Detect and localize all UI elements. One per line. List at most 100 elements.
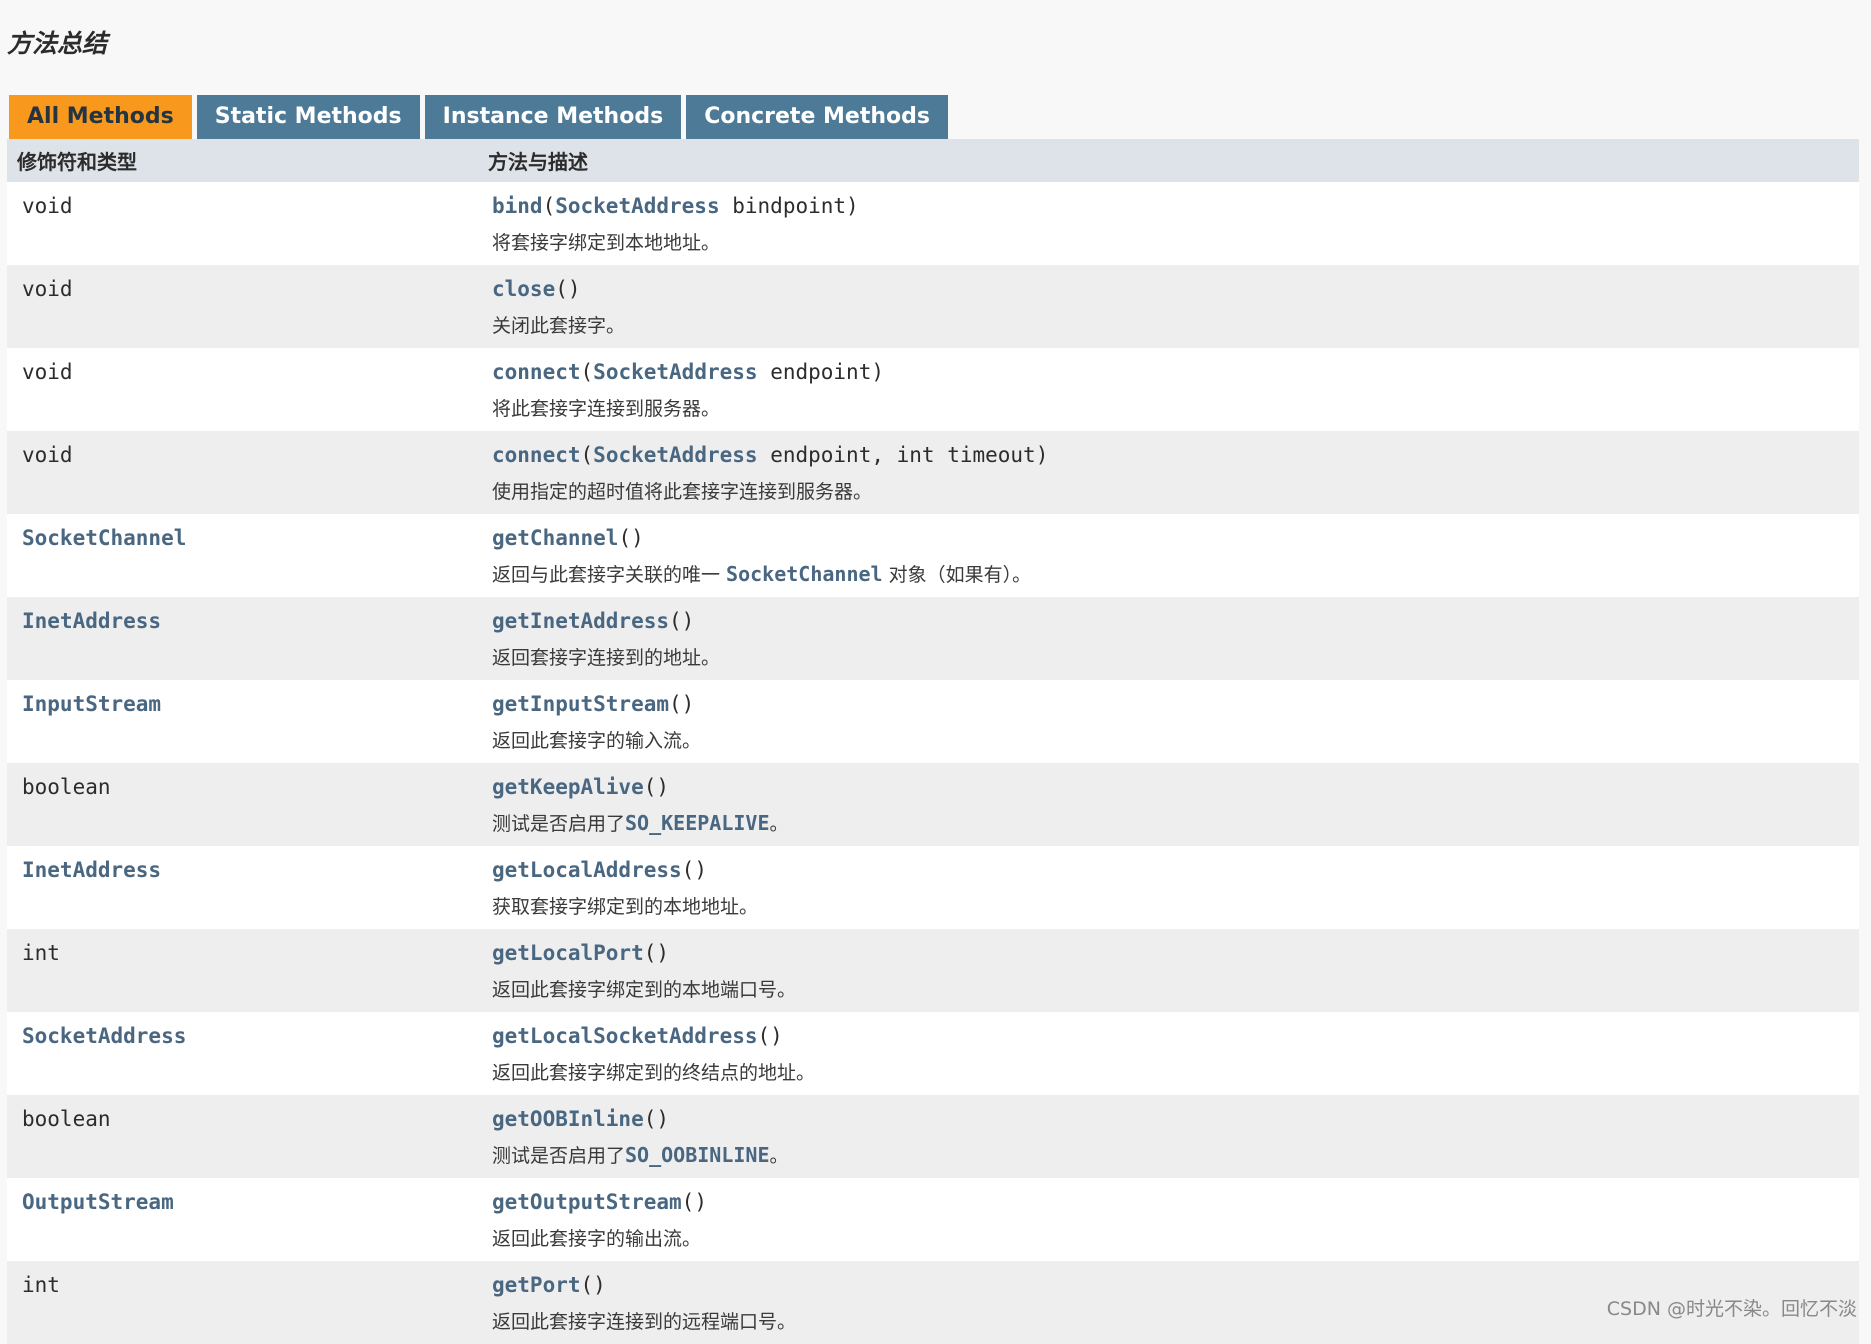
- return-type-link[interactable]: SocketChannel: [7, 514, 478, 597]
- table-row: void close() 关闭此套接字。: [7, 265, 1859, 348]
- method-cell: getOutputStream() 返回此套接字的输出流。: [478, 1178, 707, 1261]
- method-name-link[interactable]: close: [492, 277, 555, 301]
- method-name-link[interactable]: connect: [492, 360, 581, 384]
- method-cell: getKeepAlive() 测试是否启用了SO_KEEPALIVE。: [478, 763, 789, 846]
- method-signature: connect(SocketAddress endpoint, int time…: [492, 443, 1049, 467]
- table-header: 修饰符和类型 方法与描述: [7, 139, 1859, 182]
- method-name-link[interactable]: getLocalAddress: [492, 858, 682, 882]
- method-description: 将套接字绑定到本地地址。: [492, 232, 721, 254]
- method-signature: bind(SocketAddress bindpoint): [492, 194, 859, 218]
- method-signature: getLocalPort(): [492, 941, 670, 965]
- method-cell: getChannel() 返回与此套接字关联的唯一 SocketChannel 对…: [478, 514, 1031, 597]
- description-code-link[interactable]: SO_OOBINLINE: [625, 1143, 770, 1167]
- method-cell: getInetAddress() 返回套接字连接到的地址。: [478, 597, 720, 680]
- method-signature: getLocalSocketAddress(): [492, 1024, 783, 1048]
- method-name-link[interactable]: connect: [492, 443, 581, 467]
- method-cell: getLocalSocketAddress() 返回此套接字绑定到的终结点的地址。: [478, 1012, 815, 1095]
- method-description: 返回套接字连接到的地址。: [492, 647, 721, 669]
- return-type: int: [22, 1273, 60, 1297]
- return-type-link[interactable]: InetAddress: [7, 597, 478, 680]
- tab-instance-methods[interactable]: Instance Methods: [424, 95, 682, 139]
- return-type: boolean: [22, 775, 111, 799]
- description-code-link[interactable]: SocketChannel: [726, 562, 883, 586]
- table-row: SocketAddress getLocalSocketAddress() 返回此套…: [7, 1012, 1859, 1095]
- method-signature: getKeepAlive(): [492, 775, 670, 799]
- method-cell: bind(SocketAddress bindpoint) 将套接字绑定到本地地址…: [478, 182, 859, 265]
- method-cell: close() 关闭此套接字。: [478, 265, 625, 348]
- method-name-link[interactable]: getPort: [492, 1273, 581, 1297]
- method-cell: getLocalPort() 返回此套接字绑定到的本地端口号。: [478, 929, 796, 1012]
- method-signature: close(): [492, 277, 581, 301]
- method-cell: getOOBInline() 测试是否启用了SO_OOBINLINE。: [478, 1095, 789, 1178]
- return-type: void: [22, 194, 73, 218]
- return-type: void: [22, 360, 73, 384]
- method-summary-table: 修饰符和类型 方法与描述 void bind(SocketAddress bind…: [7, 139, 1859, 1344]
- table-row: boolean getOOBInline() 测试是否启用了SO_OOBINLINE…: [7, 1095, 1859, 1178]
- tab-all-methods[interactable]: All Methods: [9, 95, 192, 139]
- description-text: 测试是否启用了: [492, 813, 626, 835]
- method-name-link[interactable]: getChannel: [492, 526, 618, 550]
- return-type-link[interactable]: InputStream: [7, 680, 478, 763]
- method-cell: getPort() 返回此套接字连接到的远程端口号。: [478, 1261, 796, 1344]
- method-cell: getInputStream() 返回此套接字的输入流。: [478, 680, 701, 763]
- method-name-link[interactable]: getLocalPort: [492, 941, 644, 965]
- table-body: void bind(SocketAddress bindpoint) 将套接字绑定到…: [7, 182, 1859, 1344]
- method-signature: connect(SocketAddress endpoint): [492, 360, 884, 384]
- tab-concrete-methods[interactable]: Concrete Methods: [686, 95, 948, 139]
- param-name: endpoint: [757, 360, 872, 384]
- method-name-link[interactable]: getOutputStream: [492, 1190, 682, 1214]
- method-signature: getPort(): [492, 1273, 606, 1297]
- tab-static-methods[interactable]: Static Methods: [196, 95, 420, 139]
- method-name-link[interactable]: getInputStream: [492, 692, 669, 716]
- method-signature: getOOBInline(): [492, 1107, 670, 1131]
- method-description: 使用指定的超时值将此套接字连接到服务器。: [492, 481, 873, 503]
- header-method-description: 方法与描述: [488, 150, 588, 174]
- description-text: 返回与此套接字关联的唯一: [492, 564, 727, 586]
- return-type-link[interactable]: InetAddress: [7, 846, 478, 929]
- method-description: 返回与此套接字关联的唯一 SocketChannel 对象（如果有）。: [492, 560, 1031, 587]
- table-row: boolean getKeepAlive() 测试是否启用了SO_KEEPALIVE…: [7, 763, 1859, 846]
- method-signature: getLocalAddress(): [492, 858, 707, 882]
- description-text: 。: [769, 1145, 789, 1167]
- param-name: endpoint, int timeout: [757, 443, 1036, 467]
- return-type-link[interactable]: OutputStream: [7, 1178, 478, 1261]
- method-signature: getInetAddress(): [492, 609, 695, 633]
- description-text: 对象（如果有）。: [882, 564, 1032, 586]
- method-description: 返回此套接字的输入流。: [492, 730, 702, 752]
- method-name-link[interactable]: getInetAddress: [492, 609, 669, 633]
- description-code-link[interactable]: SO_KEEPALIVE: [625, 811, 770, 835]
- header-modifier-type: 修饰符和类型: [17, 150, 137, 174]
- section-title: 方法总结: [7, 29, 108, 58]
- method-name-link[interactable]: getOOBInline: [492, 1107, 644, 1131]
- table-row: int getLocalPort() 返回此套接字绑定到的本地端口号。: [7, 929, 1859, 1012]
- return-type: boolean: [22, 1107, 111, 1131]
- return-type: int: [22, 941, 60, 965]
- method-name-link[interactable]: bind: [492, 194, 543, 218]
- param-type-link[interactable]: SocketAddress: [593, 360, 757, 384]
- param-type-link[interactable]: SocketAddress: [555, 194, 719, 218]
- table-row: void connect(SocketAddress endpoint, int …: [7, 431, 1859, 514]
- method-description: 返回此套接字的输出流。: [492, 1228, 702, 1250]
- method-name-link[interactable]: getLocalSocketAddress: [492, 1024, 758, 1048]
- table-row: void bind(SocketAddress bindpoint) 将套接字绑定到…: [7, 182, 1859, 265]
- method-filter-tabs: All Methods Static Methods Instance Meth…: [9, 95, 948, 139]
- table-row: SocketChannel getChannel() 返回与此套接字关联的唯一 So…: [7, 514, 1859, 597]
- method-description: 返回此套接字绑定到的本地端口号。: [492, 979, 797, 1001]
- method-name-link[interactable]: getKeepAlive: [492, 775, 644, 799]
- watermark: CSDN @时光不染。回忆不淡: [1606, 1298, 1857, 1320]
- method-signature: getInputStream(): [492, 692, 695, 716]
- table-row: void connect(SocketAddress endpoint) 将此套接字…: [7, 348, 1859, 431]
- method-signature: getChannel(): [492, 526, 644, 550]
- method-description: 关闭此套接字。: [492, 315, 626, 337]
- method-signature: getOutputStream(): [492, 1190, 707, 1214]
- method-cell: connect(SocketAddress endpoint) 将此套接字连接到服…: [478, 348, 884, 431]
- table-row: OutputStream getOutputStream() 返回此套接字的输出流。: [7, 1178, 1859, 1261]
- table-row: int getPort() 返回此套接字连接到的远程端口号。: [7, 1261, 1859, 1344]
- param-type-link[interactable]: SocketAddress: [593, 443, 757, 467]
- return-type: void: [22, 443, 73, 467]
- method-description: 测试是否启用了SO_KEEPALIVE。: [492, 809, 789, 836]
- param-name: bindpoint: [719, 194, 847, 218]
- table-row: InputStream getInputStream() 返回此套接字的输入流。: [7, 680, 1859, 763]
- return-type: void: [22, 277, 73, 301]
- return-type-link[interactable]: SocketAddress: [7, 1012, 478, 1095]
